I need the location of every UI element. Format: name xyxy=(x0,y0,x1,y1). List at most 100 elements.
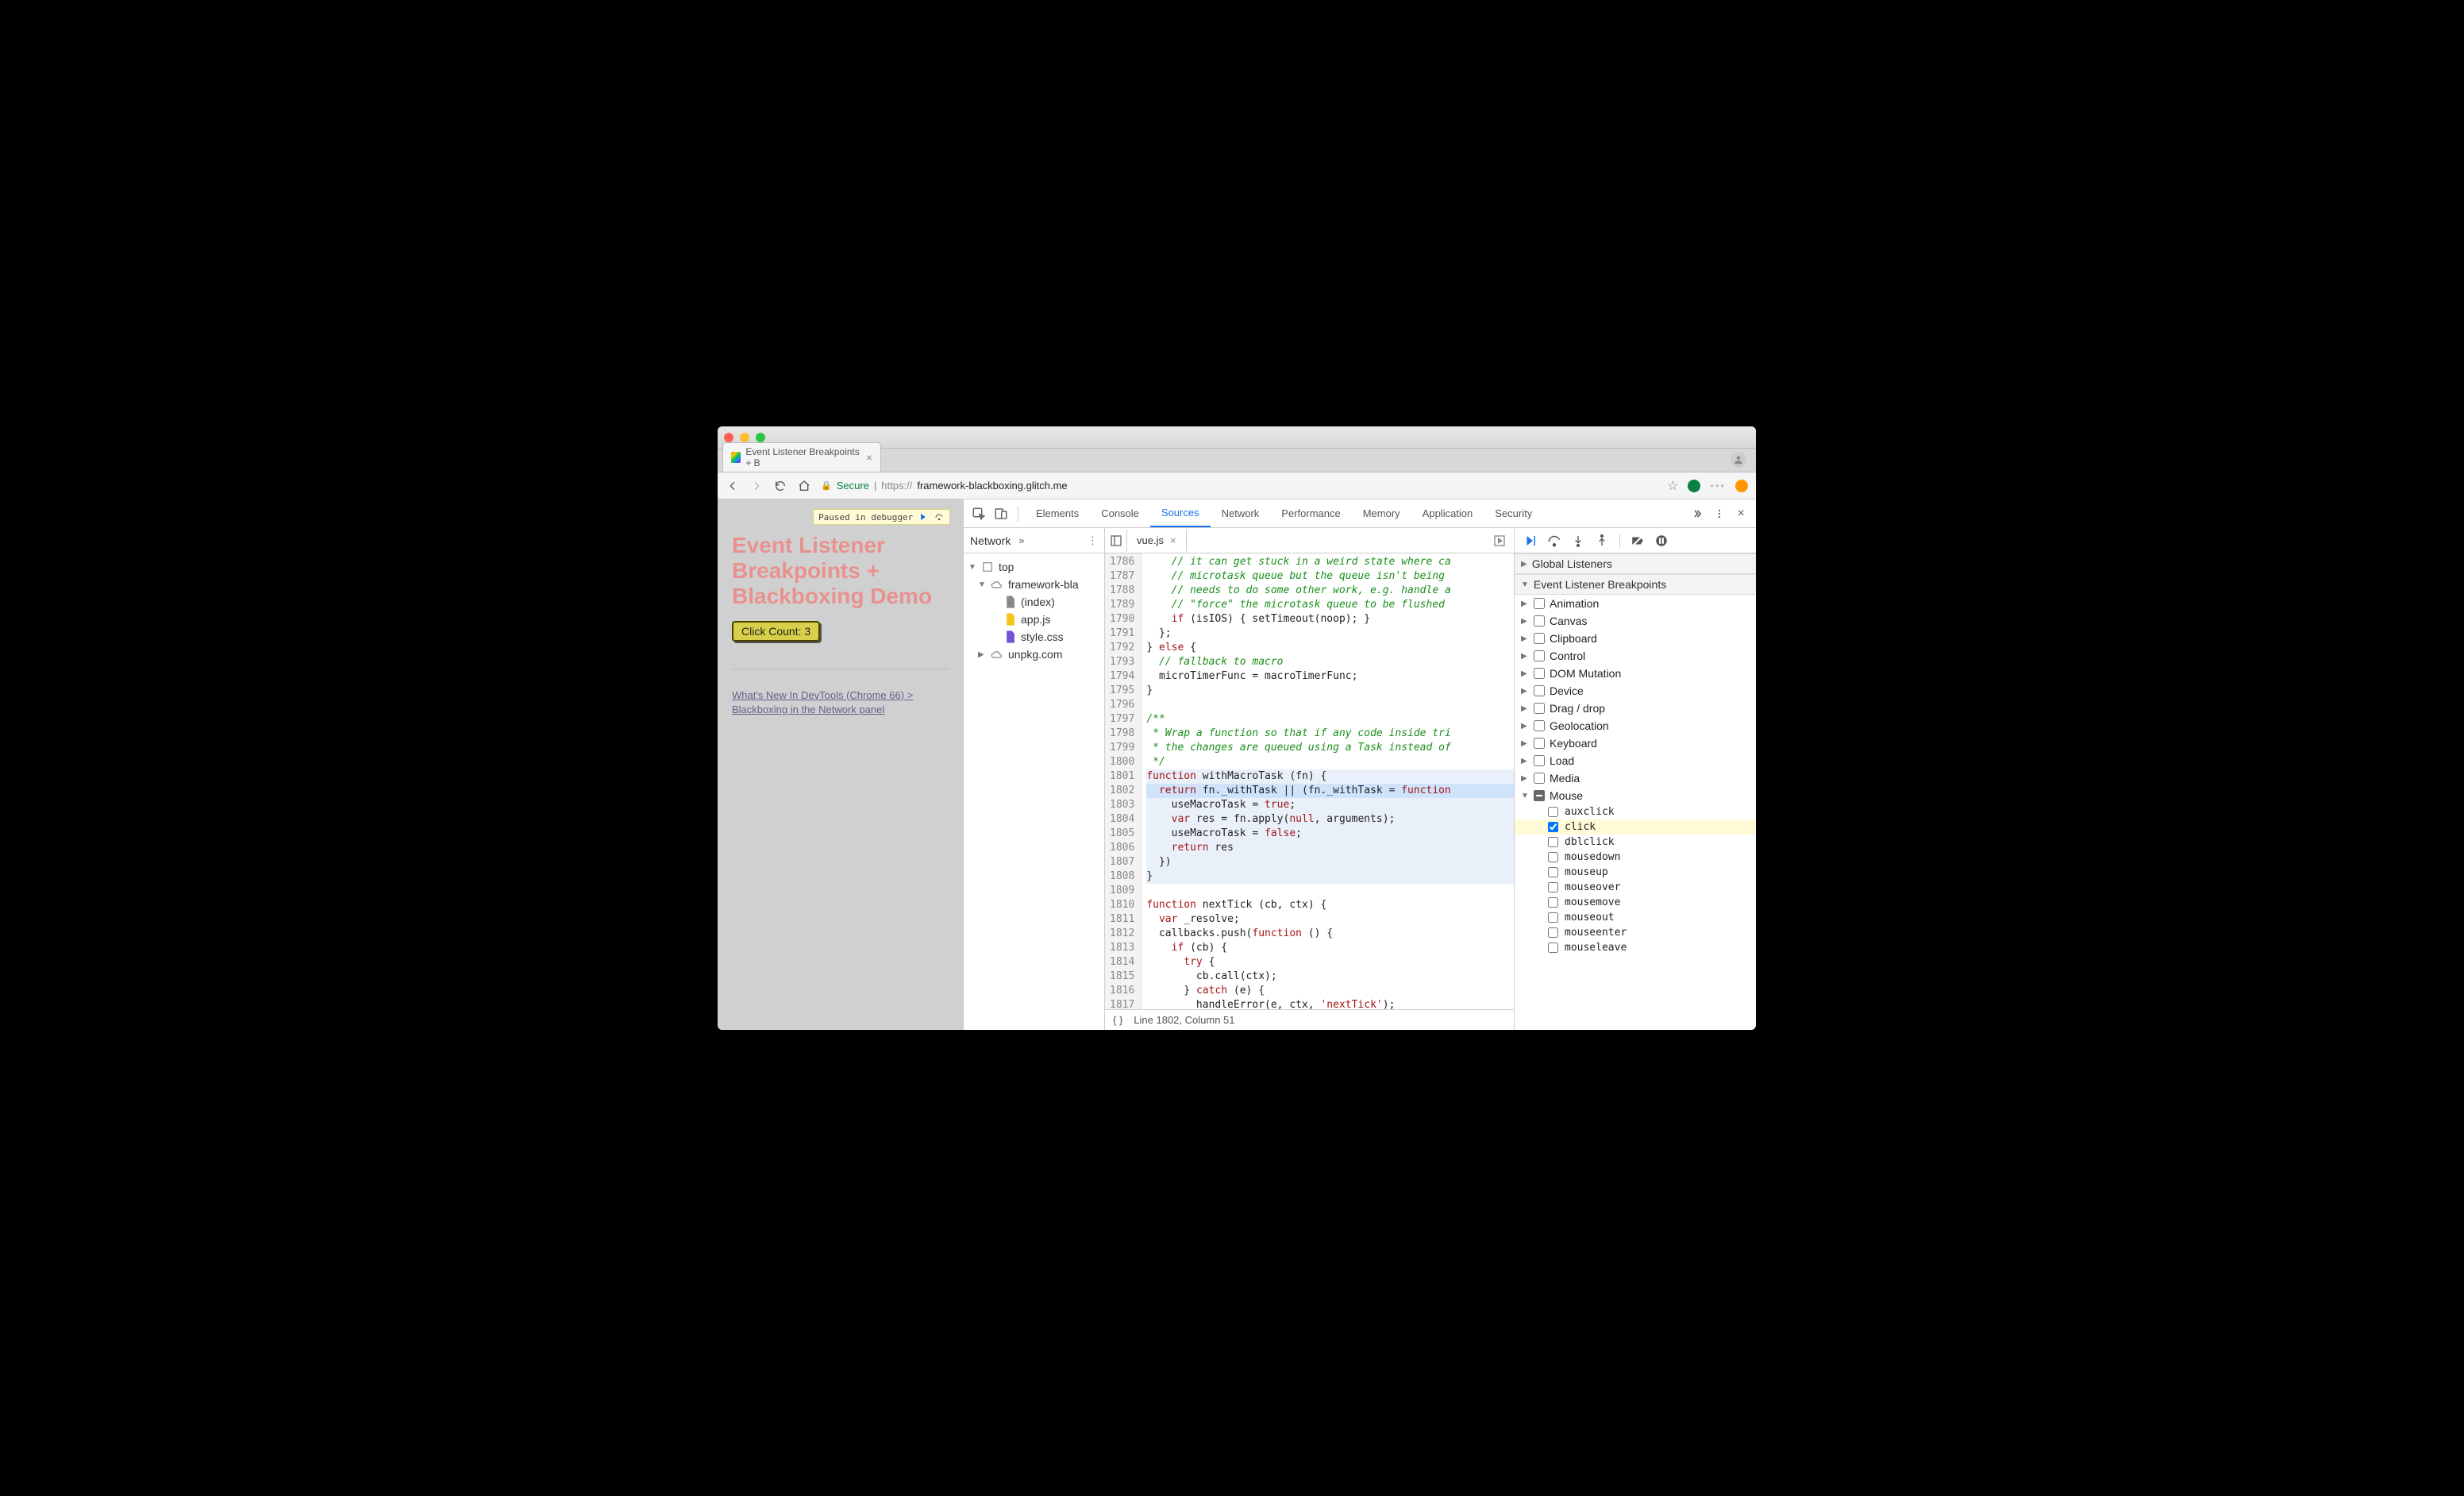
category-checkbox[interactable] xyxy=(1534,703,1545,714)
devtools-tab-memory[interactable]: Memory xyxy=(1352,500,1411,526)
event-category[interactable]: ▶Drag / drop xyxy=(1515,700,1756,717)
forward-icon[interactable] xyxy=(749,479,764,493)
tree-cdn[interactable]: ▶unpkg.com xyxy=(967,646,1101,663)
devtools-tab-application[interactable]: Application xyxy=(1411,500,1484,526)
devtools-tab-performance[interactable]: Performance xyxy=(1270,500,1351,526)
event-category[interactable]: ▶Load xyxy=(1515,752,1756,769)
event-checkbox[interactable] xyxy=(1548,882,1558,893)
inspect-icon[interactable] xyxy=(968,503,989,524)
event-checkbox-row[interactable]: mouseenter xyxy=(1515,925,1756,940)
event-checkbox-row[interactable]: auxclick xyxy=(1515,804,1756,819)
category-checkbox[interactable] xyxy=(1534,738,1545,749)
tree-file[interactable]: style.css xyxy=(967,628,1101,646)
event-category[interactable]: ▶Device xyxy=(1515,682,1756,700)
event-category[interactable]: ▶Canvas xyxy=(1515,612,1756,630)
reload-icon[interactable] xyxy=(773,479,787,493)
step-over-icon[interactable] xyxy=(934,511,945,522)
url-display[interactable]: 🔒 Secure | https://framework-blackboxing… xyxy=(821,480,1657,492)
close-icon[interactable]: × xyxy=(1170,534,1176,546)
event-checkbox[interactable] xyxy=(1548,943,1558,953)
more-tabs-icon[interactable]: » xyxy=(1018,534,1024,546)
event-listener-breakpoints-section[interactable]: ▼Event Listener Breakpoints xyxy=(1515,574,1756,595)
event-checkbox[interactable] xyxy=(1548,852,1558,862)
resume-icon[interactable] xyxy=(1521,531,1540,550)
window-close-icon[interactable] xyxy=(724,433,733,442)
event-checkbox[interactable] xyxy=(1548,837,1558,847)
window-minimize-icon[interactable] xyxy=(740,433,749,442)
event-category[interactable]: ▼Mouse xyxy=(1515,787,1756,804)
global-listeners-section[interactable]: ▶Global Listeners xyxy=(1515,553,1756,574)
event-checkbox-row[interactable]: mousedown xyxy=(1515,850,1756,865)
more-tabs-icon[interactable] xyxy=(1687,503,1707,524)
profile-avatar-icon[interactable] xyxy=(1731,452,1746,468)
tab-close-icon[interactable]: × xyxy=(866,452,872,463)
category-checkbox[interactable] xyxy=(1534,773,1545,784)
extension-menu-icon[interactable]: ••• xyxy=(1710,480,1726,492)
category-checkbox[interactable] xyxy=(1534,668,1545,679)
tree-file[interactable]: (index) xyxy=(967,593,1101,611)
category-checkbox[interactable] xyxy=(1534,650,1545,661)
devtools-tab-console[interactable]: Console xyxy=(1090,500,1150,526)
step-over-icon[interactable] xyxy=(1545,531,1564,550)
tree-top[interactable]: ▼top xyxy=(967,558,1101,576)
event-checkbox-row[interactable]: mouseout xyxy=(1515,910,1756,925)
step-into-icon[interactable] xyxy=(1569,531,1588,550)
resume-icon[interactable] xyxy=(918,511,929,522)
event-checkbox[interactable] xyxy=(1548,822,1558,832)
url-host: framework-blackboxing.glitch.me xyxy=(917,480,1067,492)
event-category[interactable]: ▶Keyboard xyxy=(1515,735,1756,752)
click-count-button[interactable]: Click Count: 3 xyxy=(732,621,820,642)
event-checkbox[interactable] xyxy=(1548,867,1558,877)
devtools-tab-sources[interactable]: Sources xyxy=(1150,499,1211,527)
event-category[interactable]: ▶Geolocation xyxy=(1515,717,1756,735)
nav-tab[interactable]: Network xyxy=(970,534,1011,547)
file-tab[interactable]: vue.js× xyxy=(1127,530,1187,551)
event-checkbox[interactable] xyxy=(1548,807,1558,817)
event-category[interactable]: ▶Control xyxy=(1515,647,1756,665)
category-checkbox[interactable] xyxy=(1534,633,1545,644)
event-checkbox[interactable] xyxy=(1548,897,1558,908)
window-zoom-icon[interactable] xyxy=(756,433,765,442)
page-link[interactable]: What's New In DevTools (Chrome 66) > Bla… xyxy=(732,688,949,717)
event-checkbox[interactable] xyxy=(1548,912,1558,923)
event-checkbox-row[interactable]: click xyxy=(1515,819,1756,835)
category-checkbox[interactable] xyxy=(1534,720,1545,731)
event-category[interactable]: ▶Clipboard xyxy=(1515,630,1756,647)
tree-domain[interactable]: ▼framework-bla xyxy=(967,576,1101,593)
toggle-navigator-icon[interactable] xyxy=(1105,530,1127,552)
category-checkbox[interactable] xyxy=(1534,615,1545,627)
bookmark-star-icon[interactable]: ☆ xyxy=(1667,478,1678,494)
pause-exceptions-icon[interactable] xyxy=(1652,531,1671,550)
toggle-debugger-icon[interactable] xyxy=(1485,534,1514,547)
kebab-menu-icon[interactable] xyxy=(1709,503,1730,524)
category-checkbox[interactable] xyxy=(1534,685,1545,696)
kebab-menu-icon[interactable]: ⋮ xyxy=(1088,534,1098,547)
event-category[interactable]: ▶Media xyxy=(1515,769,1756,787)
back-icon[interactable] xyxy=(726,479,740,493)
category-checkbox[interactable] xyxy=(1534,755,1545,766)
devtools-tab-security[interactable]: Security xyxy=(1484,500,1543,526)
event-checkbox-row[interactable]: mouseleave xyxy=(1515,940,1756,955)
home-icon[interactable] xyxy=(797,479,811,493)
device-toggle-icon[interactable] xyxy=(991,503,1011,524)
extension-icon[interactable] xyxy=(1735,480,1748,492)
event-checkbox-row[interactable]: mousemove xyxy=(1515,895,1756,910)
category-checkbox[interactable] xyxy=(1534,790,1545,801)
deactivate-breakpoints-icon[interactable] xyxy=(1628,531,1647,550)
devtools-close-icon[interactable]: × xyxy=(1731,507,1751,521)
event-checkbox-row[interactable]: mouseover xyxy=(1515,880,1756,895)
browser-tab[interactable]: Event Listener Breakpoints + B × xyxy=(722,442,881,472)
event-checkbox-row[interactable]: mouseup xyxy=(1515,865,1756,880)
devtools-tabbar: ElementsConsoleSourcesNetworkPerformance… xyxy=(964,499,1756,528)
event-checkbox-row[interactable]: dblclick xyxy=(1515,835,1756,850)
pretty-print-icon[interactable]: { } xyxy=(1113,1014,1122,1026)
step-out-icon[interactable] xyxy=(1592,531,1611,550)
event-category[interactable]: ▶DOM Mutation xyxy=(1515,665,1756,682)
devtools-tab-network[interactable]: Network xyxy=(1211,500,1271,526)
event-category[interactable]: ▶Animation xyxy=(1515,595,1756,612)
devtools-tab-elements[interactable]: Elements xyxy=(1025,500,1090,526)
event-checkbox[interactable] xyxy=(1548,927,1558,938)
extension-icon[interactable] xyxy=(1688,480,1700,492)
category-checkbox[interactable] xyxy=(1534,598,1545,609)
tree-file[interactable]: app.js xyxy=(967,611,1101,628)
